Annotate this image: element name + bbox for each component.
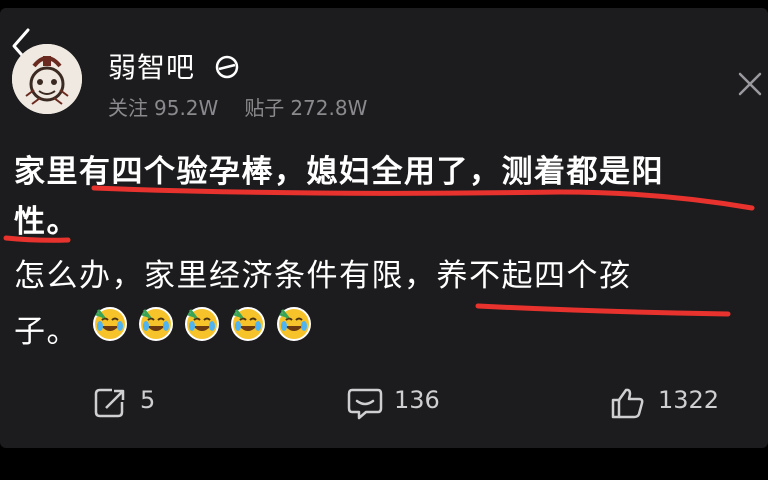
thumbs-up-icon	[611, 388, 644, 419]
comment-icon	[347, 388, 383, 420]
top-edge	[0, 0, 768, 8]
crying-laughing-emoji-icon	[92, 304, 128, 342]
close-icon[interactable]	[736, 70, 764, 98]
forum-stats: 关注 95.2W 贴子 272.8W	[108, 92, 373, 121]
comment-count: 136	[394, 386, 440, 414]
forum-badge-icon	[214, 54, 240, 80]
forum-name[interactable]: 弱智吧	[108, 46, 195, 86]
posts-label: 贴子	[244, 96, 285, 120]
post-text-line-1: 家里有四个验孕棒，媳妇全用了，测着都是阳	[14, 154, 664, 190]
crying-laughing-emoji-icon	[184, 304, 220, 342]
bottom-edge	[0, 448, 768, 480]
post-text-line-3: 怎么办，家里经济条件有限，养不起四个孩	[14, 258, 632, 294]
followers-label: 关注	[108, 96, 148, 120]
avatar-icon	[12, 44, 82, 114]
share-count: 5	[140, 386, 156, 414]
post-text-line-2: 性。	[14, 204, 79, 240]
crying-laughing-emoji-icon	[276, 304, 312, 342]
forum-avatar[interactable]	[12, 44, 82, 114]
crying-laughing-emoji-icon	[138, 304, 174, 342]
like-count: 1322	[658, 386, 720, 414]
followers-count: 95.2W	[154, 96, 219, 120]
emoji-row	[92, 304, 322, 344]
post-text-line-4: 子。	[14, 314, 79, 350]
posts-count: 272.8W	[290, 96, 368, 120]
crying-laughing-emoji-icon	[230, 304, 266, 342]
share-icon	[94, 388, 125, 418]
